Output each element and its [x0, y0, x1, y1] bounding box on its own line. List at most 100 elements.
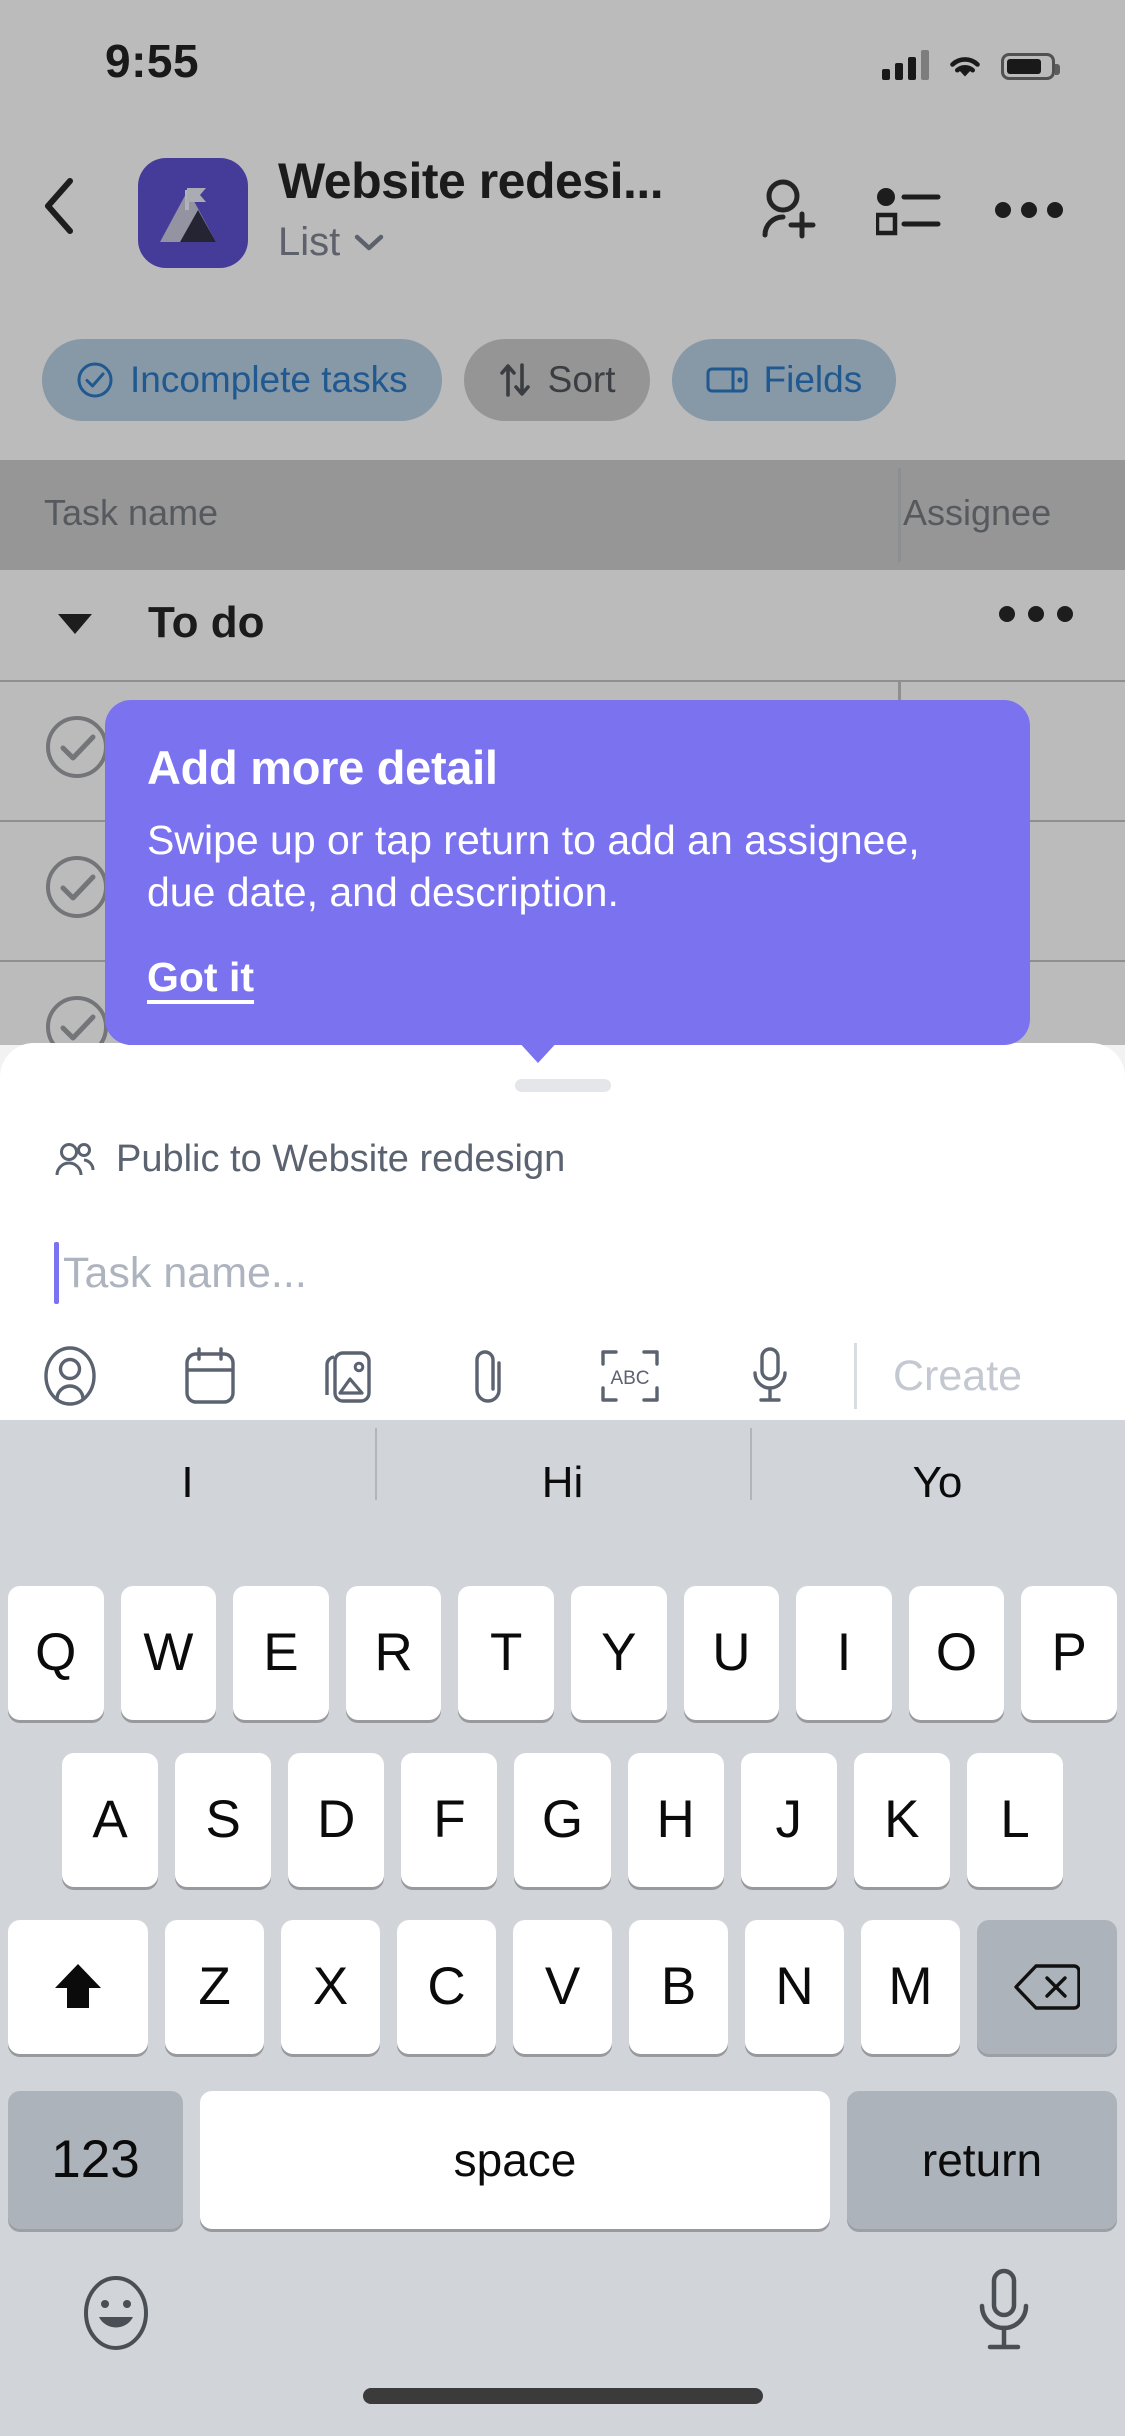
space-key[interactable]: space	[200, 2090, 830, 2229]
got-it-button[interactable]: Got it	[147, 954, 254, 1001]
section-title: To do	[148, 598, 265, 647]
keyboard-bottom-bar	[0, 2260, 1125, 2380]
suggestion-item[interactable]: Yo	[750, 1428, 1125, 1508]
key-w[interactable]: W	[120, 1585, 217, 1720]
list-view-icon[interactable]	[849, 164, 969, 256]
home-indicator	[362, 2388, 763, 2404]
suggestion-item[interactable]: I	[0, 1458, 375, 1508]
key-m[interactable]: M	[861, 1919, 960, 2054]
status-bar-time: 9:55	[105, 35, 200, 87]
photo-icon[interactable]	[280, 1333, 420, 1419]
check-circle-icon[interactable]	[46, 856, 108, 918]
task-composer-sheet: Public to Website redesign Task name...	[0, 1043, 1125, 1420]
back-chevron-icon[interactable]	[42, 178, 76, 234]
coachmark-pointer	[505, 1027, 571, 1063]
chevron-down-icon	[355, 234, 384, 250]
coachmark-tooltip: Add more detail Swipe up or tap return t…	[105, 700, 1030, 1046]
composer-toolbar: ABC Create	[0, 1333, 1125, 1419]
attachment-icon[interactable]	[420, 1333, 560, 1419]
suggestion-item[interactable]: Hi	[375, 1428, 750, 1508]
chip-fields[interactable]: Fields	[671, 339, 897, 421]
people-icon	[55, 1142, 95, 1175]
due-date-icon[interactable]	[140, 1333, 280, 1419]
key-x[interactable]: X	[281, 1919, 380, 2054]
composer-privacy-label: Public to Website redesign	[116, 1138, 566, 1180]
toolbar-divider	[854, 1343, 857, 1409]
shift-key[interactable]	[8, 1919, 148, 2054]
check-circle-icon[interactable]	[46, 716, 108, 778]
composer-privacy[interactable]: Public to Website redesign	[54, 1138, 565, 1181]
column-header-task-name: Task name	[44, 492, 219, 533]
create-button[interactable]: Create	[893, 1352, 1022, 1401]
navigation-bar: Website redesi... List	[0, 150, 1125, 268]
key-n[interactable]: N	[745, 1919, 844, 2054]
microphone-icon	[979, 2268, 1029, 2350]
shift-up-arrow-icon	[55, 1963, 101, 2008]
keyboard-row-4: 123 space return	[0, 2081, 1125, 2238]
chip-sort[interactable]: Sort	[463, 339, 650, 421]
chip-incomplete-tasks[interactable]: Incomplete tasks	[42, 339, 442, 421]
backspace-key[interactable]	[977, 1919, 1117, 2054]
project-mountain-icon[interactable]	[138, 158, 248, 268]
key-s[interactable]: S	[175, 1752, 272, 1887]
key-z[interactable]: Z	[165, 1919, 264, 2054]
caret-down-icon[interactable]	[58, 614, 92, 634]
key-u[interactable]: U	[683, 1585, 780, 1720]
keyboard-row-2: A S D F G H J K L	[0, 1741, 1125, 1898]
key-k[interactable]: K	[853, 1752, 950, 1887]
emoji-key[interactable]	[78, 2272, 154, 2359]
more-horizontal-icon[interactable]	[999, 606, 1073, 622]
key-o[interactable]: O	[908, 1585, 1005, 1720]
check-circle-icon	[77, 362, 113, 398]
emoji-smiley-icon	[84, 2276, 148, 2350]
coachmark-body: Swipe up or tap return to add an assigne…	[147, 817, 920, 915]
key-e[interactable]: E	[233, 1585, 329, 1720]
view-switcher[interactable]: List	[278, 220, 384, 265]
dictation-key[interactable]	[973, 2266, 1035, 2363]
scan-text-icon[interactable]: ABC	[560, 1333, 700, 1419]
key-f[interactable]: F	[401, 1752, 498, 1887]
filter-chip-bar: Incomplete tasks Sort Fields	[0, 330, 1125, 430]
chip-label: Fields	[763, 359, 863, 400]
key-y[interactable]: Y	[570, 1585, 667, 1720]
key-p[interactable]: P	[1021, 1585, 1117, 1720]
numbers-key[interactable]: 123	[8, 2090, 183, 2229]
key-v[interactable]: V	[513, 1919, 612, 2054]
task-name-placeholder: Task name...	[63, 1248, 307, 1297]
chip-label: Incomplete tasks	[130, 359, 408, 400]
column-divider	[898, 468, 901, 562]
view-label: List	[278, 220, 341, 264]
on-screen-keyboard: I Hi Yo Q W E R T Y U I O P A S D F G H …	[0, 1420, 1125, 2436]
key-q[interactable]: Q	[8, 1585, 104, 1720]
signal-bars-icon	[882, 50, 929, 80]
svg-text:ABC: ABC	[610, 1368, 649, 1389]
key-r[interactable]: R	[345, 1585, 442, 1720]
sheet-grabber[interactable]	[514, 1079, 611, 1092]
assignee-icon[interactable]	[0, 1333, 140, 1419]
key-j[interactable]: J	[740, 1752, 837, 1887]
backspace-icon	[1014, 1963, 1080, 2010]
key-a[interactable]: A	[62, 1752, 159, 1887]
key-g[interactable]: G	[514, 1752, 611, 1887]
key-b[interactable]: B	[629, 1919, 728, 2054]
key-t[interactable]: T	[458, 1585, 554, 1720]
section-header-to-do[interactable]: To do	[0, 570, 1125, 680]
key-h[interactable]: H	[627, 1752, 724, 1887]
more-horizontal-icon[interactable]	[969, 164, 1089, 256]
status-bar: 9:55	[0, 0, 1125, 110]
voice-icon[interactable]	[700, 1333, 840, 1419]
return-key[interactable]: return	[847, 2090, 1117, 2229]
text-cursor	[54, 1242, 59, 1304]
key-d[interactable]: D	[288, 1752, 385, 1887]
table-header: Task name Assignee	[0, 460, 1125, 570]
keyboard-row-3: Z X C V B N M	[0, 1908, 1125, 2065]
key-i[interactable]: I	[796, 1585, 892, 1720]
fields-columns-icon	[706, 367, 747, 393]
key-c[interactable]: C	[397, 1919, 496, 2054]
battery-icon	[1001, 53, 1060, 80]
keyboard-row-1: Q W E R T Y U I O P	[0, 1574, 1125, 1731]
add-person-icon[interactable]	[729, 164, 849, 256]
task-name-input[interactable]: Task name...	[54, 1233, 1054, 1313]
status-bar-indicators	[882, 44, 1060, 80]
key-l[interactable]: L	[966, 1752, 1063, 1887]
